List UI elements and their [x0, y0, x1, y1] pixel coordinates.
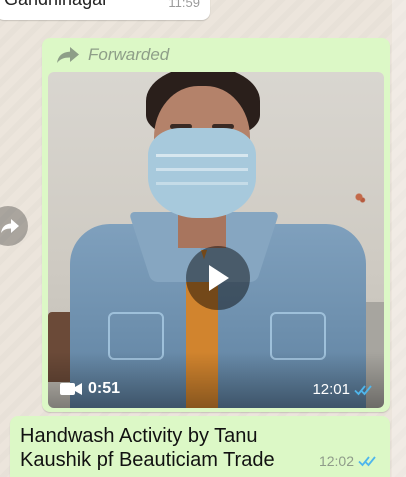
- forwarded-header: Forwarded: [56, 44, 169, 66]
- video-time-text: 12:01: [312, 381, 350, 398]
- video-timestamp: 12:01: [312, 381, 374, 398]
- previous-message-time: 11:59: [168, 0, 200, 10]
- forward-share-icon: [1, 219, 19, 233]
- caption-text: Handwash Activity by Tanu Kaushik pf Bea…: [20, 425, 275, 471]
- face-mask: [148, 128, 256, 218]
- previous-message-text: Gandhinagar: [4, 0, 108, 10]
- play-icon: [209, 265, 229, 291]
- previous-message-bubble[interactable]: Gandhinagar 11:59: [0, 0, 210, 20]
- video-thumbnail[interactable]: 0:51 12:01: [48, 72, 384, 408]
- forwarded-label: Forwarded: [88, 45, 170, 64]
- caption-timestamp: 12:02: [319, 453, 378, 469]
- play-button[interactable]: [186, 246, 250, 310]
- wall-detail: [350, 182, 368, 212]
- forwarded-video-message[interactable]: Forwarded 0:51 12:01: [42, 38, 390, 412]
- video-duration-text: 0:51: [88, 380, 121, 397]
- caption-time-text: 12:02: [318, 453, 354, 469]
- double-check-icon: [354, 384, 372, 395]
- video-camera-icon: [60, 383, 82, 395]
- forward-arrow-icon: [57, 47, 79, 63]
- double-check-icon: [358, 456, 376, 467]
- video-duration: 0:51: [60, 380, 120, 398]
- caption-message[interactable]: Handwash Activity by Tanu Kaushik pf Bea…: [10, 416, 390, 477]
- screen-edge: [392, 0, 406, 477]
